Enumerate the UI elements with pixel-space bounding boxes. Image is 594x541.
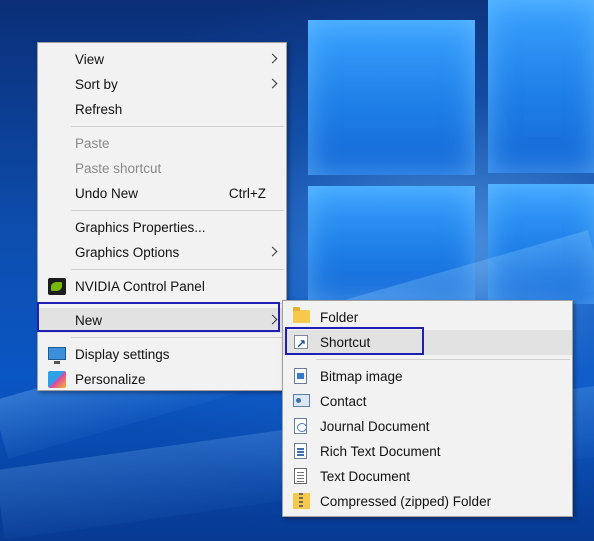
journal-document-icon (294, 418, 307, 434)
menu-item-label: Bitmap image (320, 369, 403, 384)
bitmap-image-icon (294, 368, 307, 384)
menu-item-paste-shortcut: Paste shortcut (38, 156, 286, 181)
menu-item-label: NVIDIA Control Panel (75, 279, 205, 294)
menu-item-paste: Paste (38, 131, 286, 156)
menu-item-label: Graphics Options (75, 245, 180, 260)
menu-item-label: Folder (320, 310, 359, 325)
submenu-item-shortcut[interactable]: Shortcut (283, 330, 572, 357)
menu-separator (71, 303, 284, 304)
menu-item-graphics-options[interactable]: Graphics Options (38, 240, 286, 265)
chevron-right-icon (267, 314, 278, 325)
menu-item-label: Display settings (75, 347, 170, 362)
menu-item-label: Shortcut (320, 335, 371, 350)
menu-item-new[interactable]: New (38, 308, 286, 333)
submenu-item-bitmap-image[interactable]: Bitmap image (283, 364, 572, 389)
menu-item-sort-by[interactable]: Sort by (38, 72, 286, 97)
menu-item-label: Rich Text Document (320, 444, 441, 459)
chevron-right-icon (267, 246, 278, 257)
nvidia-icon (48, 278, 66, 295)
submenu-item-compressed-folder[interactable]: Compressed (zipped) Folder (283, 489, 572, 514)
menu-item-label: Sort by (75, 77, 118, 92)
menu-item-personalize[interactable]: Personalize (38, 367, 286, 392)
chevron-right-icon (267, 53, 278, 64)
folder-icon (293, 307, 310, 323)
chevron-right-icon (267, 78, 278, 89)
menu-item-undo-new[interactable]: Undo New Ctrl+Z (38, 181, 286, 206)
menu-item-label: Paste (75, 136, 110, 151)
menu-item-label: View (75, 52, 105, 67)
submenu-item-journal-document[interactable]: Journal Document (283, 414, 572, 439)
menu-item-label: Paste shortcut (75, 161, 162, 176)
rich-text-document-icon (294, 443, 307, 459)
menu-item-display-settings[interactable]: Display settings (38, 342, 286, 367)
menu-item-nvidia-control-panel[interactable]: NVIDIA Control Panel (38, 274, 286, 299)
keyboard-shortcut: Ctrl+Z (228, 186, 266, 201)
menu-separator (71, 269, 284, 270)
menu-item-view[interactable]: View (38, 47, 286, 72)
menu-item-label: Journal Document (320, 419, 430, 434)
menu-item-label: Text Document (320, 469, 411, 484)
submenu-item-text-document[interactable]: Text Document (283, 464, 572, 489)
menu-item-label: Personalize (75, 372, 146, 387)
submenu-item-rich-text-document[interactable]: Rich Text Document (283, 439, 572, 464)
menu-item-label: New (75, 313, 103, 328)
menu-item-label: Refresh (75, 102, 123, 117)
menu-separator (71, 126, 284, 127)
shortcut-icon (294, 332, 308, 357)
menu-separator (316, 359, 570, 360)
menu-item-label: Undo New (75, 186, 139, 201)
menu-item-label: Graphics Properties... (75, 220, 206, 235)
zip-folder-icon (293, 493, 310, 509)
contact-icon (293, 394, 310, 407)
submenu-item-folder[interactable]: Folder (283, 305, 572, 330)
menu-separator (71, 337, 284, 338)
menu-item-refresh[interactable]: Refresh (38, 97, 286, 122)
wallpaper-window-pane (308, 20, 475, 175)
wallpaper-window-pane (488, 0, 594, 173)
desktop-context-menu: View Sort by Refresh Paste Paste shortcu… (37, 42, 287, 391)
menu-item-graphics-properties[interactable]: Graphics Properties... (38, 215, 286, 240)
personalize-icon (48, 371, 66, 388)
new-submenu: Folder Shortcut Bitmap image Contact Jou… (282, 300, 573, 517)
display-settings-icon (48, 347, 66, 364)
submenu-item-contact[interactable]: Contact (283, 389, 572, 414)
menu-item-label: Compressed (zipped) Folder (320, 494, 492, 509)
menu-item-label: Contact (320, 394, 367, 409)
text-document-icon (294, 468, 307, 484)
menu-separator (71, 210, 284, 211)
